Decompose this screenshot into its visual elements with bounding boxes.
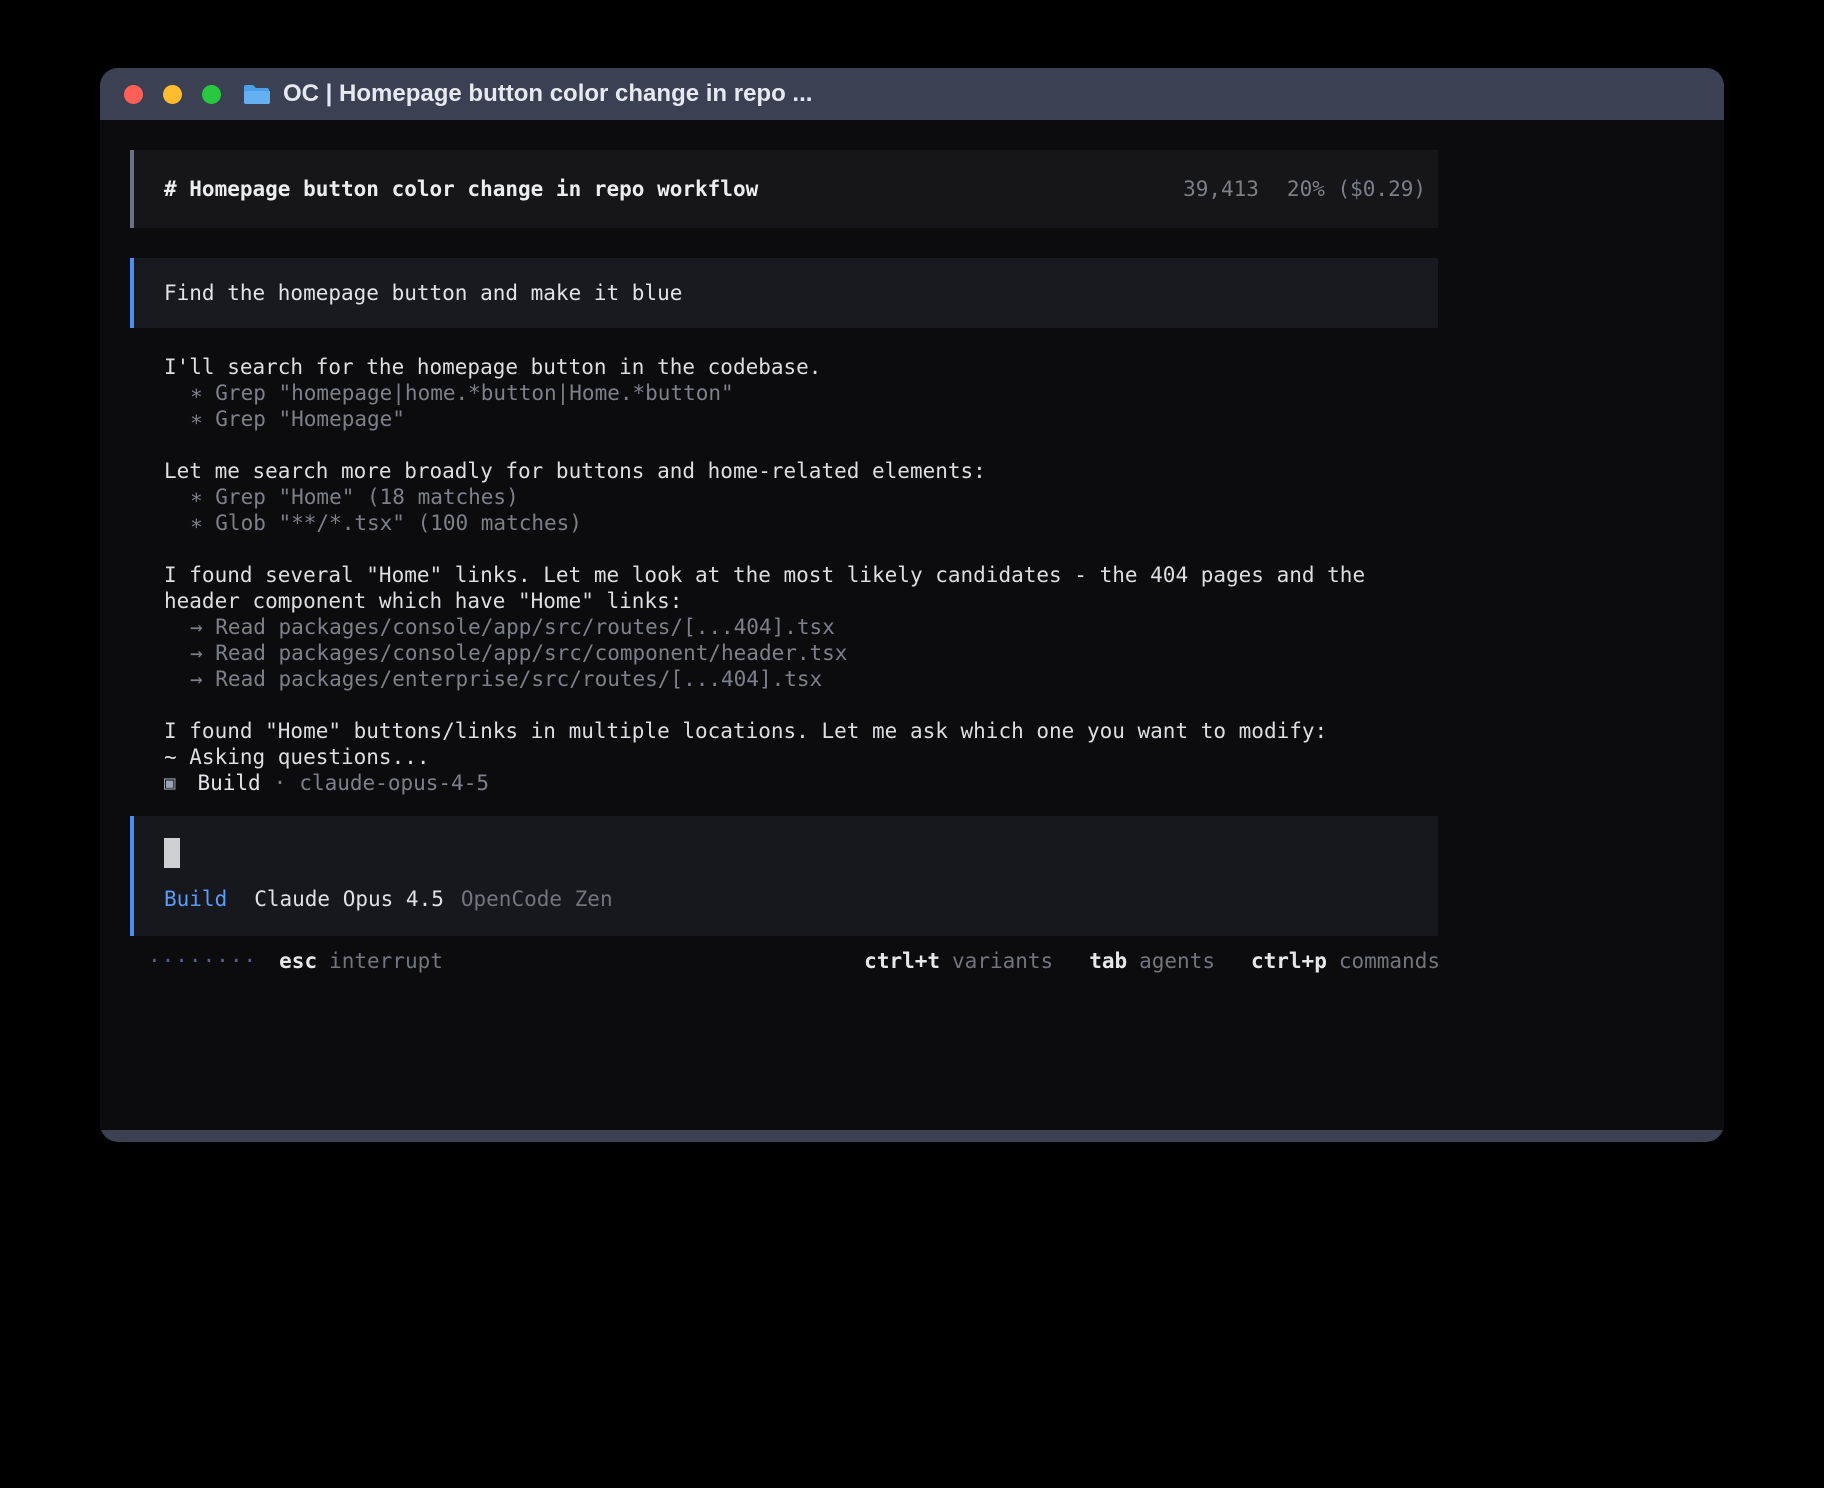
user-message: Find the homepage button and make it blu… — [130, 258, 1438, 328]
session-title: # Homepage button color change in repo w… — [164, 176, 758, 202]
terminal-body: # Homepage button color change in repo w… — [100, 120, 1724, 1130]
hint-commands: ctrl+p commands — [1251, 948, 1440, 974]
text-cursor — [164, 838, 180, 868]
status-right: ctrl+t variants tab agents ctrl+p comman… — [864, 948, 1440, 974]
hint-variants: ctrl+t variants — [864, 948, 1053, 974]
tool-call-grep: ∗ Grep "Homepage" — [164, 406, 1404, 432]
status-bar: ········ esc interrupt ctrl+t variants t… — [130, 948, 1440, 974]
hint-label: commands — [1339, 948, 1440, 974]
terminal-window: OC | Homepage button color change in rep… — [100, 68, 1724, 1142]
tool-call-group: → Read packages/console/app/src/routes/[… — [164, 614, 1404, 692]
hint-key: ctrl+t — [864, 948, 940, 974]
tool-call-group: ∗ Grep "Home" (18 matches) ∗ Glob "**/*.… — [164, 484, 1404, 536]
folder-icon — [243, 83, 271, 105]
hint-key: esc — [279, 948, 317, 974]
hint-label: variants — [952, 948, 1053, 974]
session-header: # Homepage button color change in repo w… — [130, 150, 1438, 228]
assistant-text: Let me search more broadly for buttons a… — [164, 458, 1404, 484]
agent-status-row: ▣ Build · claude-opus-4-5 — [164, 770, 1404, 796]
assistant-text: I found "Home" buttons/links in multiple… — [164, 718, 1404, 744]
agent-mode-label[interactable]: Build — [164, 886, 227, 912]
close-button[interactable] — [124, 85, 143, 104]
tool-call-read: → Read packages/console/app/src/componen… — [164, 640, 1404, 666]
model-label: Claude Opus 4.5 — [254, 886, 444, 912]
session-stats: 39,413 20% ($0.29) — [1183, 176, 1426, 202]
prompt-input[interactable]: Build Claude Opus 4.5 OpenCode Zen — [130, 816, 1438, 936]
user-message-text: Find the homepage button and make it blu… — [164, 280, 682, 306]
hint-key: tab — [1089, 948, 1127, 974]
status-left: ········ esc interrupt — [148, 948, 443, 974]
provider-label: OpenCode Zen — [461, 886, 613, 912]
context-usage: 20% ($0.29) — [1287, 176, 1426, 202]
tool-call-group: ∗ Grep "homepage|home.*button|Home.*butt… — [164, 380, 1404, 432]
token-count: 39,413 — [1183, 176, 1259, 202]
minimize-button[interactable] — [163, 85, 182, 104]
agent-name: Build — [197, 770, 260, 796]
zoom-button[interactable] — [202, 85, 221, 104]
tool-call-read: → Read packages/enterprise/src/routes/[.… — [164, 666, 1404, 692]
assistant-text: I'll search for the homepage button in t… — [164, 354, 1404, 380]
window-controls — [124, 85, 221, 104]
tool-call-grep: ∗ Grep "Home" (18 matches) — [164, 484, 1404, 510]
assistant-status-text: ~ Asking questions... — [164, 744, 1404, 770]
separator-dot: · — [274, 770, 287, 796]
assistant-text: I found several "Home" links. Let me loo… — [164, 562, 1404, 614]
hint-label: interrupt — [329, 948, 443, 974]
tool-call-read: → Read packages/console/app/src/routes/[… — [164, 614, 1404, 640]
agent-icon: ▣ — [164, 770, 175, 796]
hint-label: agents — [1139, 948, 1215, 974]
tui-content: # Homepage button color change in repo w… — [100, 120, 1438, 974]
titlebar[interactable]: OC | Homepage button color change in rep… — [100, 68, 1724, 120]
input-mode-row: Build Claude Opus 4.5 OpenCode Zen — [164, 886, 1408, 912]
window-title: OC | Homepage button color change in rep… — [283, 80, 812, 108]
tool-call-glob: ∗ Glob "**/*.tsx" (100 matches) — [164, 510, 1404, 536]
tool-call-grep: ∗ Grep "homepage|home.*button|Home.*butt… — [164, 380, 1404, 406]
hint-interrupt: esc interrupt — [279, 948, 443, 974]
hint-agents: tab agents — [1089, 948, 1215, 974]
transcript: I'll search for the homepage button in t… — [164, 354, 1404, 796]
agent-model: claude-opus-4-5 — [299, 770, 489, 796]
progress-dots: ········ — [148, 948, 257, 974]
hint-key: ctrl+p — [1251, 948, 1327, 974]
